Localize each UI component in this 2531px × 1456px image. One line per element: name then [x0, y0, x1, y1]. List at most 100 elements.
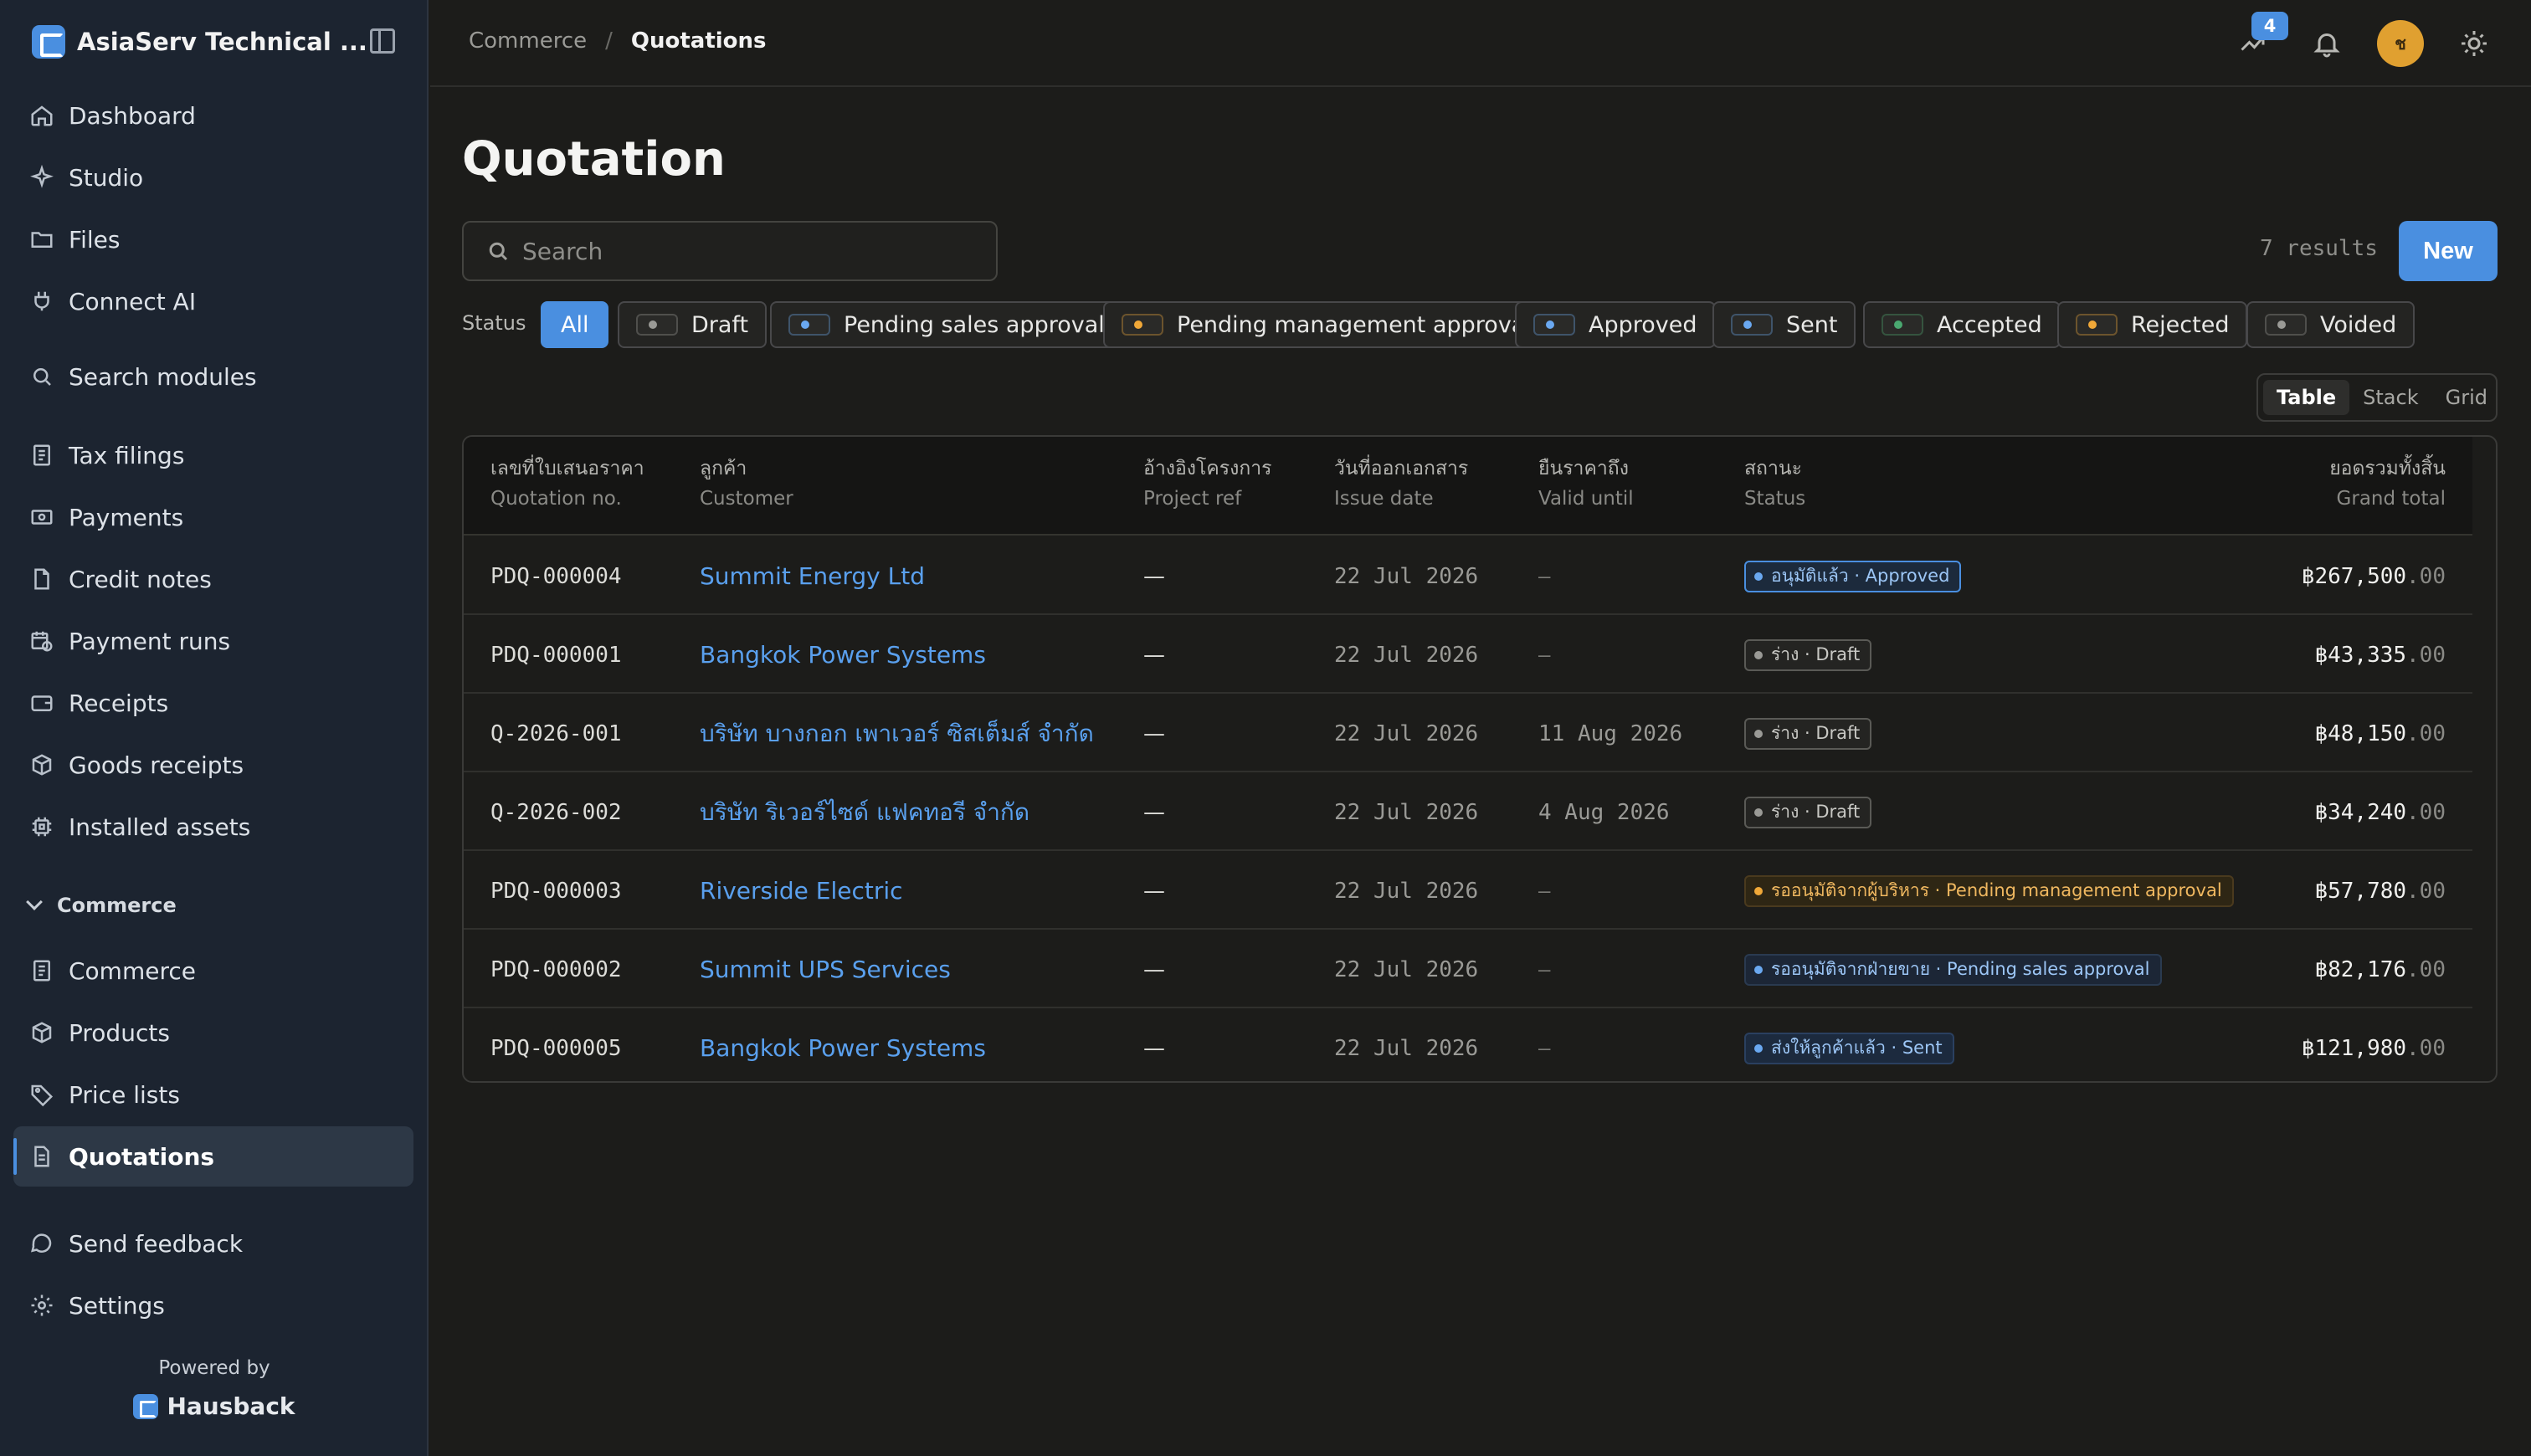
filter-chip-accepted[interactable]: Accepted [1863, 301, 2061, 348]
status-cell: ร่าง · Draft [1744, 616, 1872, 694]
sidebar-item-payment-runs[interactable]: Payment runs [13, 611, 413, 671]
banknote-icon [28, 504, 55, 531]
status-cell: ร่าง · Draft [1744, 695, 1872, 772]
brand[interactable]: AsiaServ Technical ... [32, 25, 367, 59]
filter-chip-sent[interactable]: Sent [1712, 301, 1856, 348]
sidebar-item-studio[interactable]: Studio [13, 147, 413, 208]
new-quotation-button[interactable]: New [2399, 221, 2498, 281]
sidebar-item-settings[interactable]: Settings [13, 1275, 413, 1336]
filter-chip-pending-management[interactable]: Pending management approval [1103, 301, 1550, 348]
sidebar-item-dashboard[interactable]: Dashboard [13, 85, 413, 146]
hausback-logo-icon [133, 1393, 159, 1419]
sidebar-item-search-modules[interactable]: Search modules [13, 346, 413, 407]
wallet-icon [28, 690, 55, 716]
column-header-issue-date[interactable]: วันที่ออกเอกสาร Issue date [1334, 454, 1468, 514]
sidebar-item-label: Goods receipts [69, 751, 244, 779]
status-cell: รออนุมัติจากผู้บริหาร · Pending manageme… [1744, 852, 2234, 930]
quotation-number: Q-2026-002 [490, 799, 622, 825]
customer-link[interactable]: Bangkok Power Systems [700, 1009, 986, 1081]
status-dot-icon [1122, 314, 1163, 336]
search-input[interactable] [522, 237, 991, 265]
valid-until: – [1538, 643, 1551, 667]
sidebar-item-tax-filings[interactable]: Tax filings [13, 425, 413, 485]
plug-icon [28, 288, 55, 315]
sidebar-item-send-feedback[interactable]: Send feedback [13, 1213, 413, 1274]
column-header-th: ยอดรวมทั้งสิ้น [2329, 458, 2446, 479]
sidebar-item-receipts[interactable]: Receipts [13, 673, 413, 733]
sidebar-item-goods-receipts[interactable]: Goods receipts [13, 735, 413, 795]
status-dot-icon [1731, 314, 1773, 336]
filter-chip-voided[interactable]: Voided [2246, 301, 2415, 348]
filter-chip-all[interactable]: All [541, 301, 609, 348]
grand-total-amount: ฿57,780 [2314, 878, 2407, 904]
search-field[interactable] [462, 221, 998, 281]
column-header-en: Quotation no. [490, 488, 622, 510]
column-header-status[interactable]: สถานะ Status [1744, 454, 1805, 514]
column-header-quotation-no[interactable]: เลขที่ใบเสนอราคา Quotation no. [490, 454, 644, 514]
status-dot-icon [788, 314, 830, 336]
sidebar-collapse-icon[interactable] [370, 28, 395, 54]
column-header-th: สถานะ [1744, 458, 1802, 479]
grand-total-amount: ฿43,335 [2314, 642, 2407, 668]
column-header-en: Issue date [1334, 488, 1434, 510]
table-row[interactable]: PDQ-000004 Summit Energy Ltd — 22 Jul 20… [464, 537, 2472, 615]
status-dot-icon [1533, 314, 1575, 336]
column-header-customer[interactable]: ลูกค้า Customer [700, 454, 793, 514]
filter-chip-approved[interactable]: Approved [1515, 301, 1716, 348]
table-row[interactable]: PDQ-000002 Summit UPS Services — 22 Jul … [464, 931, 2472, 1008]
valid-until: – [1538, 1036, 1551, 1060]
table-row[interactable]: PDQ-000005 Bangkok Power Systems — 22 Ju… [464, 1009, 2472, 1081]
brand-name: AsiaServ Technical ... [77, 28, 367, 56]
bell-icon[interactable] [2308, 25, 2345, 62]
filter-chip-pending-sales[interactable]: Pending sales approval [770, 301, 1123, 348]
customer-link[interactable]: Riverside Electric [700, 852, 903, 930]
customer-link[interactable]: Summit Energy Ltd [700, 537, 925, 615]
sidebar-item-commerce[interactable]: Commerce [13, 941, 413, 1001]
sidebar-section-commerce[interactable]: Commerce [26, 894, 177, 917]
sidebar-item-products[interactable]: Products [13, 1002, 413, 1063]
column-header-th: วันที่ออกเอกสาร [1334, 458, 1469, 479]
avatar[interactable]: ช [2377, 20, 2424, 67]
customer-link[interactable]: บริษัท ริเวอร์ไซด์ แฟคทอรี จำกัด [700, 773, 1029, 851]
filter-chip-rejected[interactable]: Rejected [2057, 301, 2248, 348]
sun-icon[interactable] [2456, 25, 2492, 62]
filter-chip-label: Draft [691, 311, 749, 338]
customer-link[interactable]: Bangkok Power Systems [700, 616, 986, 694]
view-grid-button[interactable]: Grid [2432, 380, 2501, 415]
customer-link[interactable]: บริษัท บางกอก เพาเวอร์ ซิสเต็มส์ จำกัด [700, 695, 1094, 772]
column-header-en: Project ref [1143, 488, 1242, 510]
powered-brand[interactable]: Hausback [0, 1392, 429, 1420]
grand-total-amount: ฿48,150 [2314, 720, 2407, 746]
sidebar-item-payments[interactable]: Payments [13, 487, 413, 547]
sidebar-item-label: Settings [69, 1291, 165, 1320]
quotation-number: PDQ-000003 [490, 878, 622, 904]
view-stack-button[interactable]: Stack [2349, 380, 2431, 415]
table-row[interactable]: PDQ-000003 Riverside Electric — 22 Jul 2… [464, 852, 2472, 930]
column-header-valid-until[interactable]: ยืนราคาถึง Valid until [1538, 454, 1634, 514]
breadcrumb-commerce[interactable]: Commerce [469, 28, 587, 54]
customer-link[interactable]: Summit UPS Services [700, 931, 951, 1008]
grand-total-decimals: .00 [2406, 642, 2446, 668]
filter-chip-draft[interactable]: Draft [618, 301, 768, 348]
column-header-project-ref[interactable]: อ้างอิงโครงการ Project ref [1143, 454, 1272, 514]
table-row[interactable]: PDQ-000001 Bangkok Power Systems — 22 Ju… [464, 616, 2472, 694]
sidebar-item-quotations[interactable]: Quotations [13, 1126, 413, 1187]
quotations-table: เลขที่ใบเสนอราคา Quotation no. ลูกค้า Cu… [462, 435, 2498, 1083]
quotation-number: PDQ-000001 [490, 642, 622, 668]
section-label: Commerce [57, 894, 177, 917]
view-toggle: Table Stack Grid [2256, 373, 2498, 422]
table-row[interactable]: Q-2026-001 บริษัท บางกอก เพาเวอร์ ซิสเต็… [464, 695, 2472, 772]
sidebar-item-installed-assets[interactable]: Installed assets [13, 797, 413, 857]
status-filter-label: Status [462, 311, 526, 335]
grand-total-amount: ฿121,980 [2301, 1035, 2407, 1061]
column-header-th: ยืนราคาถึง [1538, 458, 1629, 479]
view-table-button[interactable]: Table [2263, 380, 2350, 415]
column-header-en: Customer [700, 488, 793, 510]
sidebar-item-files[interactable]: Files [13, 209, 413, 269]
column-header-grand-total[interactable]: ยอดรวมทั้งสิ้น Grand total [2329, 454, 2446, 514]
sidebar-item-price-lists[interactable]: Price lists [13, 1064, 413, 1125]
sidebar-item-connect-ai[interactable]: Connect AI [13, 271, 413, 331]
table-row[interactable]: Q-2026-002 บริษัท ริเวอร์ไซด์ แฟคทอรี จำ… [464, 773, 2472, 851]
filter-chip-label: Rejected [2131, 311, 2230, 338]
sidebar-item-credit-notes[interactable]: Credit notes [13, 549, 413, 609]
